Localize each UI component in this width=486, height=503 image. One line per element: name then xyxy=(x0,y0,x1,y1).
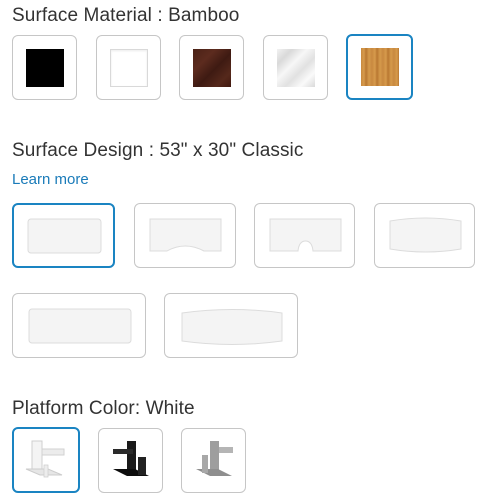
surface-design-heading: Surface Design : 53" x 30" Classic xyxy=(12,140,303,162)
wide-bowed-shape-icon xyxy=(181,309,283,345)
black-platform-icon xyxy=(113,441,149,476)
platform-option-gray[interactable] xyxy=(181,428,246,493)
wide-shape-icon xyxy=(28,308,132,344)
design-selected: 53" x 30" Classic xyxy=(159,140,304,161)
platform-separator: : xyxy=(134,398,146,419)
platform-selected: White xyxy=(145,398,195,419)
design-option-bowed[interactable] xyxy=(374,203,475,268)
material-option-marble[interactable] xyxy=(263,35,328,100)
design-option-wide[interactable] xyxy=(12,293,146,358)
bowed-shape-icon xyxy=(389,217,462,253)
design-label: Surface Design xyxy=(12,140,144,161)
notched-shape-icon xyxy=(269,218,342,252)
material-separator: : xyxy=(151,5,169,26)
platform-option-white[interactable] xyxy=(12,427,80,493)
design-option-curved[interactable] xyxy=(134,203,236,268)
platform-color-heading: Platform Color: White xyxy=(12,398,195,420)
material-option-walnut[interactable] xyxy=(179,35,244,100)
material-selected: Bamboo xyxy=(168,5,240,26)
material-option-white[interactable] xyxy=(96,35,161,100)
white-swatch xyxy=(109,48,148,87)
material-option-black[interactable] xyxy=(12,35,77,100)
marble-swatch xyxy=(276,48,315,87)
design-option-notched[interactable] xyxy=(254,203,355,268)
bamboo-swatch xyxy=(360,48,399,86)
design-option-classic[interactable] xyxy=(12,203,115,268)
surface-material-heading: Surface Material : Bamboo xyxy=(12,5,239,27)
material-label: Surface Material xyxy=(12,5,152,26)
platform-label: Platform Color xyxy=(12,398,135,419)
material-option-bamboo[interactable] xyxy=(346,34,413,100)
learn-more-link[interactable]: Learn more xyxy=(12,171,89,188)
design-separator: : xyxy=(143,140,160,161)
black-swatch xyxy=(25,48,64,87)
white-platform-icon xyxy=(25,440,65,478)
curved-shape-icon xyxy=(149,218,222,252)
platform-option-black[interactable] xyxy=(98,428,163,493)
gray-platform-icon xyxy=(196,441,233,476)
classic-shape-icon xyxy=(27,218,102,254)
walnut-swatch xyxy=(192,48,231,87)
design-option-wide-bowed[interactable] xyxy=(164,293,298,358)
